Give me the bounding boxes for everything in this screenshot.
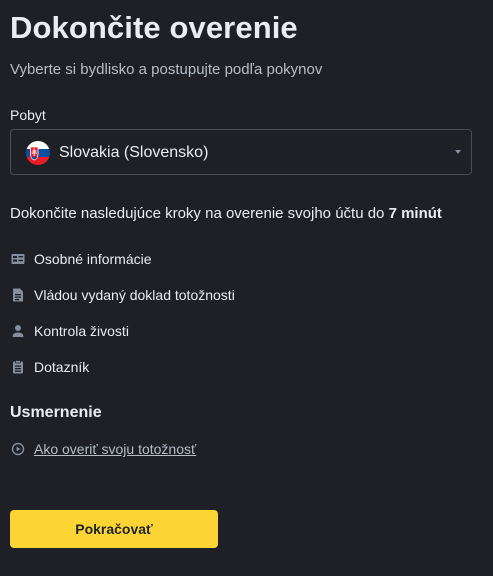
page-title: Dokončite overenie xyxy=(10,10,298,45)
guidance-title: Usmernenie xyxy=(10,404,102,421)
how-to-verify-link[interactable]: Ako overiť svoju totožnosť xyxy=(10,441,196,457)
step-item-government-id: Vládou vydaný doklad totožnosti xyxy=(10,285,235,305)
steps-intro-text: Dokončite nasledujúce kroky na overenie … xyxy=(10,205,389,222)
steps-intro-time: 7 minút xyxy=(388,205,442,222)
how-to-verify-link-label[interactable]: Ako overiť svoju totožnosť xyxy=(34,441,196,457)
id-card-icon xyxy=(10,251,26,267)
residence-select-value: Slovakia (Slovensko) xyxy=(59,144,209,161)
document-icon xyxy=(10,287,26,303)
play-circle-icon xyxy=(10,441,26,457)
person-icon xyxy=(10,323,26,339)
page-subtitle: Vyberte si bydlisko a postupujte podľa p… xyxy=(10,61,323,78)
step-item-liveness-check: Kontrola živosti xyxy=(10,321,129,341)
step-label: Vládou vydaný doklad totožnosti xyxy=(34,287,235,303)
steps-intro: Dokončite nasledujúce kroky na overenie … xyxy=(10,205,442,222)
chevron-down-icon xyxy=(455,150,461,154)
step-label: Kontrola živosti xyxy=(34,323,129,339)
residence-select[interactable]: Slovakia (Slovensko) xyxy=(10,129,472,175)
residence-label: Pobyt xyxy=(10,107,46,123)
slovakia-flag-icon xyxy=(26,141,50,165)
step-label: Osobné informácie xyxy=(34,251,152,267)
clipboard-icon xyxy=(10,359,26,375)
step-item-personal-info: Osobné informácie xyxy=(10,249,152,269)
step-item-questionnaire: Dotazník xyxy=(10,357,89,377)
continue-button[interactable]: Pokračovať xyxy=(10,510,218,548)
step-label: Dotazník xyxy=(34,359,90,375)
